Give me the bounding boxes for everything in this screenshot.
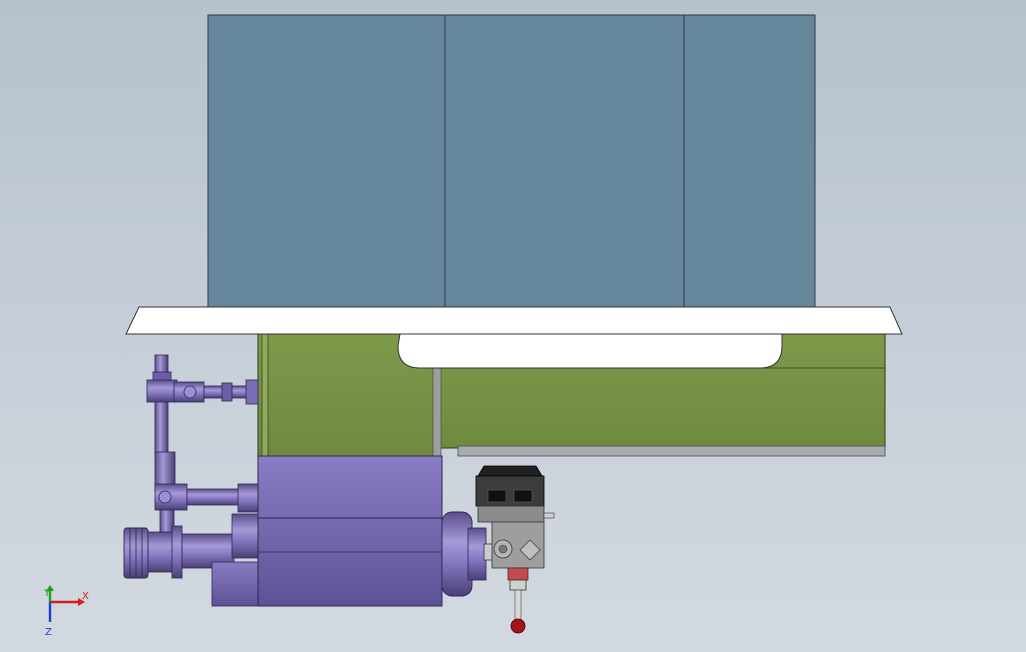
- upper-valve-assembly[interactable]: [146, 354, 259, 456]
- probe-side-pin: [543, 512, 555, 519]
- probe-nut-center: [498, 544, 508, 554]
- cad-viewport[interactable]: X Y Z: [0, 0, 1026, 652]
- pipe-coupling-upper: [221, 382, 233, 402]
- probe-assembly[interactable]: [475, 465, 555, 634]
- inlet-base-foot: [211, 561, 259, 607]
- probe-stem: [507, 567, 529, 581]
- vertical-pipe-top: [154, 354, 169, 456]
- pump-inlet-assembly[interactable]: [123, 513, 261, 607]
- motor-block[interactable]: [257, 455, 487, 607]
- inlet-connector: [231, 513, 261, 559]
- probe-top-cap: [477, 465, 543, 477]
- probe-head-block[interactable]: [475, 475, 545, 507]
- probe-needle: [514, 589, 522, 621]
- valve-bolt-upper: [183, 385, 197, 399]
- probe-tip-ball[interactable]: [510, 618, 526, 634]
- white-plate-cutout: [397, 333, 783, 369]
- probe-display-right: [513, 489, 533, 503]
- blue-panel-middle[interactable]: [444, 14, 685, 308]
- green-frame-left-strip: [261, 329, 269, 457]
- triad-z-label: Z: [45, 627, 52, 638]
- blue-panel-left[interactable]: [207, 14, 446, 308]
- motor-shaft-housing: [467, 527, 487, 581]
- probe-stem-collar: [509, 579, 527, 591]
- motor-end-cap: [441, 511, 473, 597]
- blue-panel-group[interactable]: [207, 14, 816, 308]
- green-frame-bottom-rail: [457, 445, 886, 457]
- green-frame-divider: [432, 367, 442, 457]
- pipe-coupling-lower: [237, 483, 261, 513]
- triad-x-label: X: [82, 591, 89, 602]
- inlet-pipe: [147, 531, 175, 573]
- blue-panel-right[interactable]: [683, 14, 816, 308]
- motor-housing[interactable]: [257, 455, 443, 607]
- inlet-clamp: [171, 525, 183, 579]
- white-plate-body[interactable]: [125, 306, 903, 335]
- coordinate-triad: X Y Z: [43, 585, 89, 638]
- probe-mid-plate: [477, 505, 545, 523]
- pipe-end-upper: [245, 379, 259, 405]
- valve-body-upper[interactable]: [146, 379, 178, 403]
- probe-display-left: [487, 489, 507, 503]
- triad-y-label: Y: [43, 588, 51, 599]
- valve-bolt-lower: [158, 490, 172, 504]
- horizontal-pipe-lower: [186, 488, 240, 506]
